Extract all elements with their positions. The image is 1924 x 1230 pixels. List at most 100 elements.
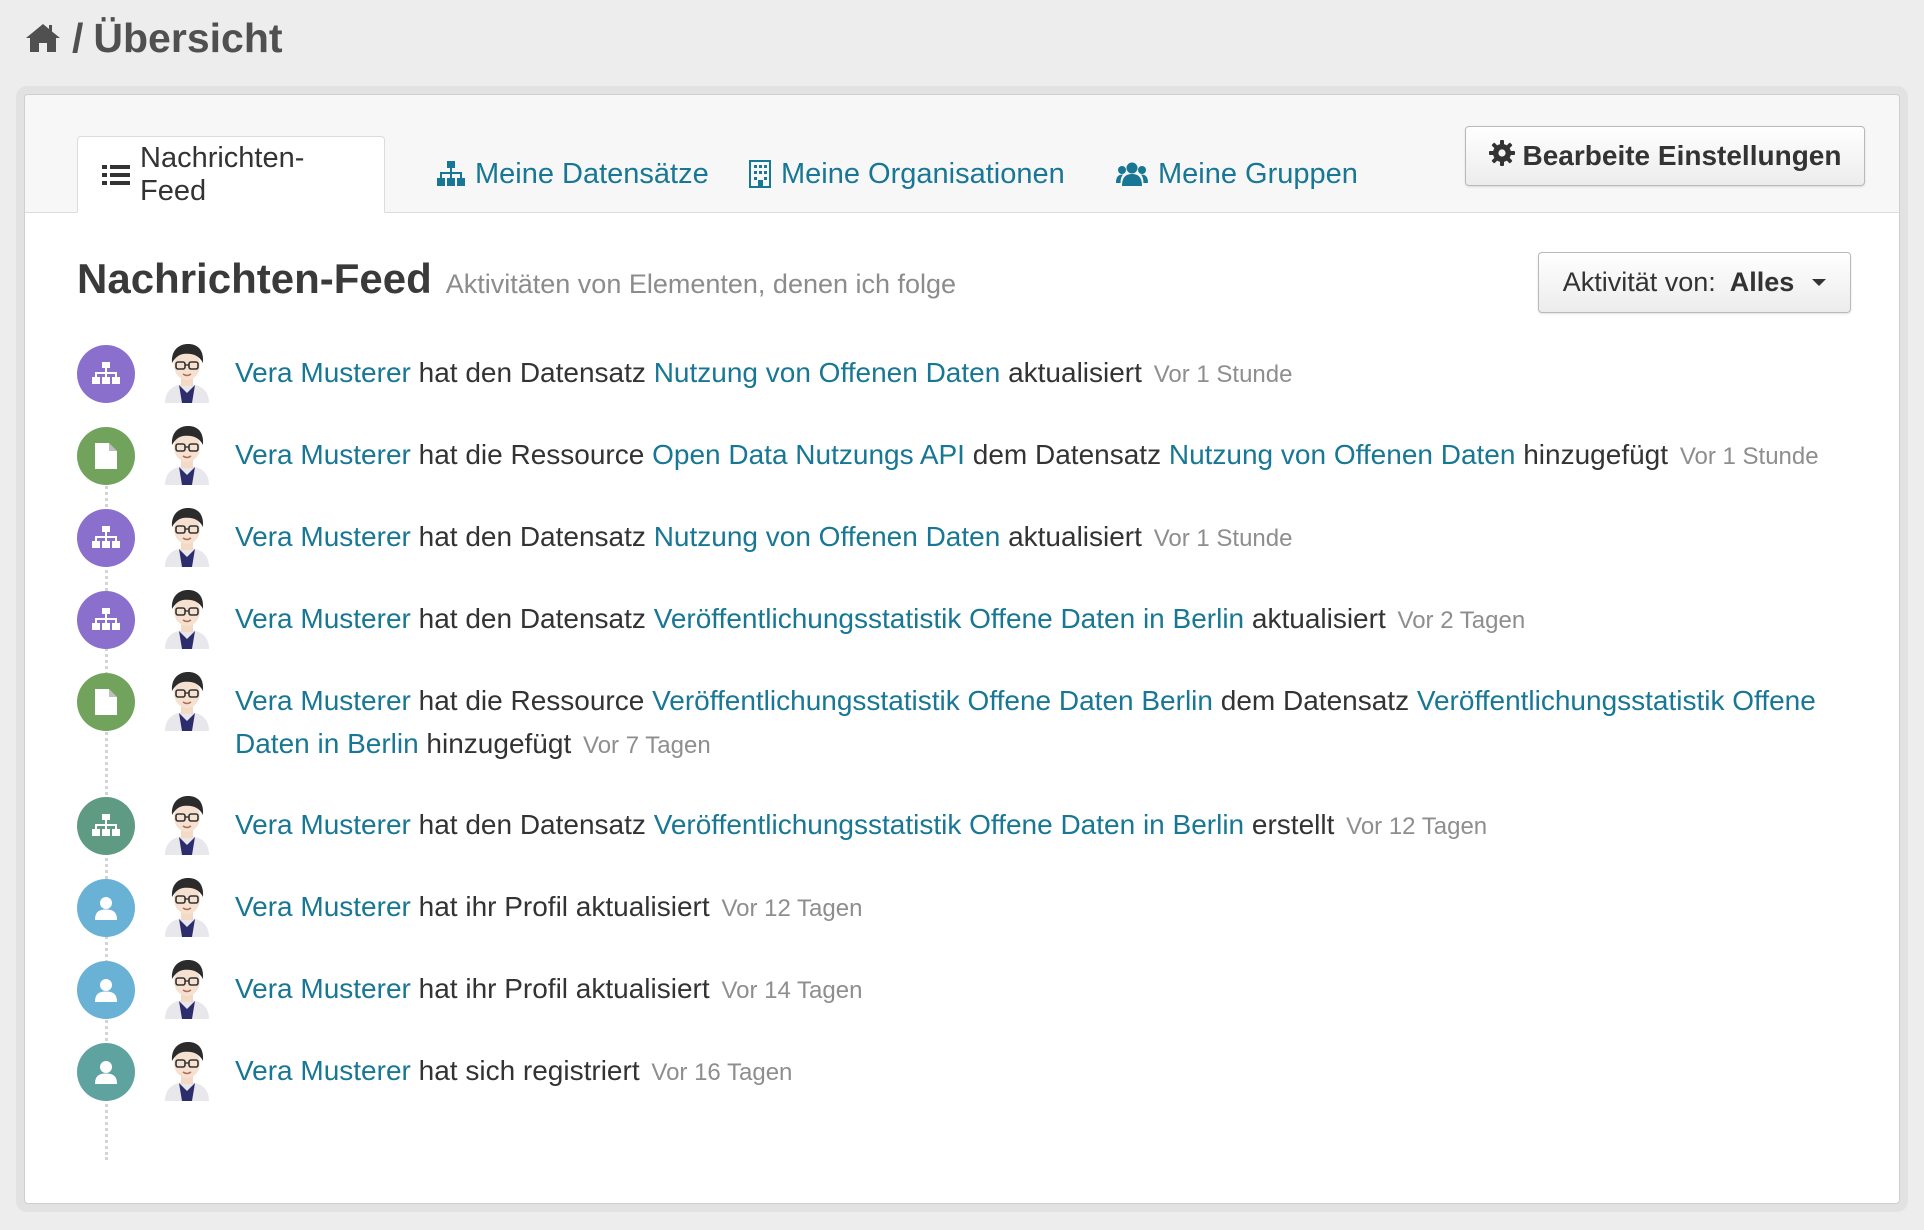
activity-verb: hat den Datensatz [410,809,654,840]
activity-date: Vor 16 Tagen [651,1059,793,1086]
activity-filter-dropdown[interactable]: Aktivität von: Alles [1538,252,1851,313]
activity-verb: hat sich registriert [410,1055,640,1086]
object-link[interactable]: Veröffentlichungsstatistik Offene Daten … [652,685,1213,716]
caret-down-icon [1812,279,1827,286]
activity-text: Vera Musterer hat ihr Profil aktualisier… [235,885,1855,930]
activity-text: Vera Musterer hat den Datensatz Veröffen… [235,803,1855,848]
activity-type-badge [77,427,135,485]
activity-verb: hat ihr Profil aktualisiert [410,891,710,922]
home-icon[interactable] [24,22,62,54]
edit-settings-button[interactable]: Bearbeite Einstellungen [1465,126,1865,186]
object-link[interactable]: Veröffentlichungsstatistik Offene Daten … [654,809,1244,840]
activity-date: Vor 1 Stunde [1153,525,1293,552]
user-icon [94,1060,118,1084]
breadcrumb-separator: / [72,14,84,61]
activity-verb: aktualisiert [1000,521,1142,552]
activity-text: Vera Musterer hat den Datensatz Nutzung … [235,515,1855,560]
activity-type-badge [77,345,135,403]
breadcrumb: / Übersicht [24,8,283,68]
actor-link[interactable]: Vera Musterer [235,357,411,388]
avatar[interactable] [159,505,215,567]
edit-settings-label: Bearbeite Einstellungen [1522,140,1842,171]
avatar[interactable] [159,423,215,485]
activity-verb: hat den Datensatz [410,357,654,388]
avatar[interactable] [159,341,215,403]
activity-verb: hat den Datensatz [410,521,654,552]
activity-date: Vor 1 Stunde [1153,361,1293,388]
avatar[interactable] [159,669,215,731]
activity-verb: hat ihr Profil aktualisiert [410,973,710,1004]
tab-my-groups[interactable]: Meine Gruppen [1092,136,1382,212]
dashboard-panel: Nachrichten-Feed Meine Datensätze Meine … [24,94,1900,1204]
building-icon [749,160,771,188]
sitemap-icon [92,526,120,550]
tab-bar: Nachrichten-Feed Meine Datensätze Meine … [25,95,1899,213]
activity-verb: dem Datensatz [964,439,1169,470]
file-icon [95,443,117,469]
activity-filter-value: Alles [1729,267,1795,297]
activity-date: Vor 1 Stunde [1679,443,1819,470]
object-link[interactable]: Nutzung von Offenen Daten [1169,439,1516,470]
activity-type-badge [77,673,135,731]
activity-text: Vera Musterer hat den Datensatz Veröffen… [235,597,1855,642]
activity-type-badge [77,509,135,567]
activity-verb: dem Datensatz [1212,685,1417,716]
activity-type-badge [77,1043,135,1101]
tab-label: Meine Organisationen [781,157,1065,190]
tab-my-organizations[interactable]: Meine Organisationen [725,136,1089,212]
activity-verb: hat den Datensatz [410,603,654,634]
activity-filter-label: Aktivität von: [1562,267,1716,297]
activity-date: Vor 7 Tagen [583,732,711,759]
actor-link[interactable]: Vera Musterer [235,521,411,552]
object-link[interactable]: Nutzung von Offenen Daten [654,357,1001,388]
activity-type-badge [77,961,135,1019]
activity-date: Vor 14 Tagen [721,977,863,1004]
activity-verb: hat die Ressource [410,685,653,716]
file-icon [95,689,117,715]
user-icon [94,978,118,1002]
actor-link[interactable]: Vera Musterer [235,603,411,634]
sitemap-icon [92,814,120,838]
feed-subtitle: Aktivitäten von Elementen, denen ich fol… [445,269,957,299]
activity-verb: hat die Ressource [410,439,653,470]
tab-label: Meine Gruppen [1158,157,1358,190]
breadcrumb-current: Übersicht [93,14,283,61]
activity-type-badge [77,591,135,649]
avatar[interactable] [159,587,215,649]
avatar[interactable] [159,1039,215,1101]
activity-verb: hinzugefügt [1515,439,1669,470]
sitemap-icon [92,608,120,632]
sitemap-icon [437,161,465,187]
object-link[interactable]: Open Data Nutzungs API [652,439,965,470]
actor-link[interactable]: Vera Musterer [235,1055,411,1086]
avatar[interactable] [159,957,215,1019]
tab-news-feed[interactable]: Nachrichten-Feed [77,136,385,213]
activity-date: Vor 2 Tagen [1397,607,1526,634]
activity-type-badge [77,879,135,937]
actor-link[interactable]: Vera Musterer [235,973,411,1004]
activity-date: Vor 12 Tagen [1346,813,1488,840]
actor-link[interactable]: Vera Musterer [235,439,411,470]
activity-text: Vera Musterer hat die Ressource Veröffen… [235,679,1855,767]
tab-my-datasets[interactable]: Meine Datensätze [413,136,733,212]
actor-link[interactable]: Vera Musterer [235,685,411,716]
feed-title: Nachrichten-Feed [77,255,432,302]
tab-label: Meine Datensätze [475,157,709,190]
tab-label: Nachrichten-Feed [140,141,305,207]
activity-text: Vera Musterer hat sich registriert Vor 1… [235,1049,1855,1094]
object-link[interactable]: Nutzung von Offenen Daten [654,521,1001,552]
activity-verb: aktualisiert [1244,603,1386,634]
group-icon [1116,161,1148,187]
gear-icon [1488,139,1515,173]
actor-link[interactable]: Vera Musterer [235,891,411,922]
actor-link[interactable]: Vera Musterer [235,809,411,840]
object-link[interactable]: Veröffentlichungsstatistik Offene Daten … [654,603,1244,634]
list-icon [102,163,130,187]
avatar[interactable] [159,793,215,855]
feed-header: Nachrichten-Feed Aktivitäten von Element… [77,255,956,311]
avatar[interactable] [159,875,215,937]
activity-date: Vor 12 Tagen [721,895,863,922]
activity-verb: aktualisiert [1000,357,1142,388]
activity-verb: erstellt [1244,809,1335,840]
activity-text: Vera Musterer hat ihr Profil aktualisier… [235,967,1855,1012]
